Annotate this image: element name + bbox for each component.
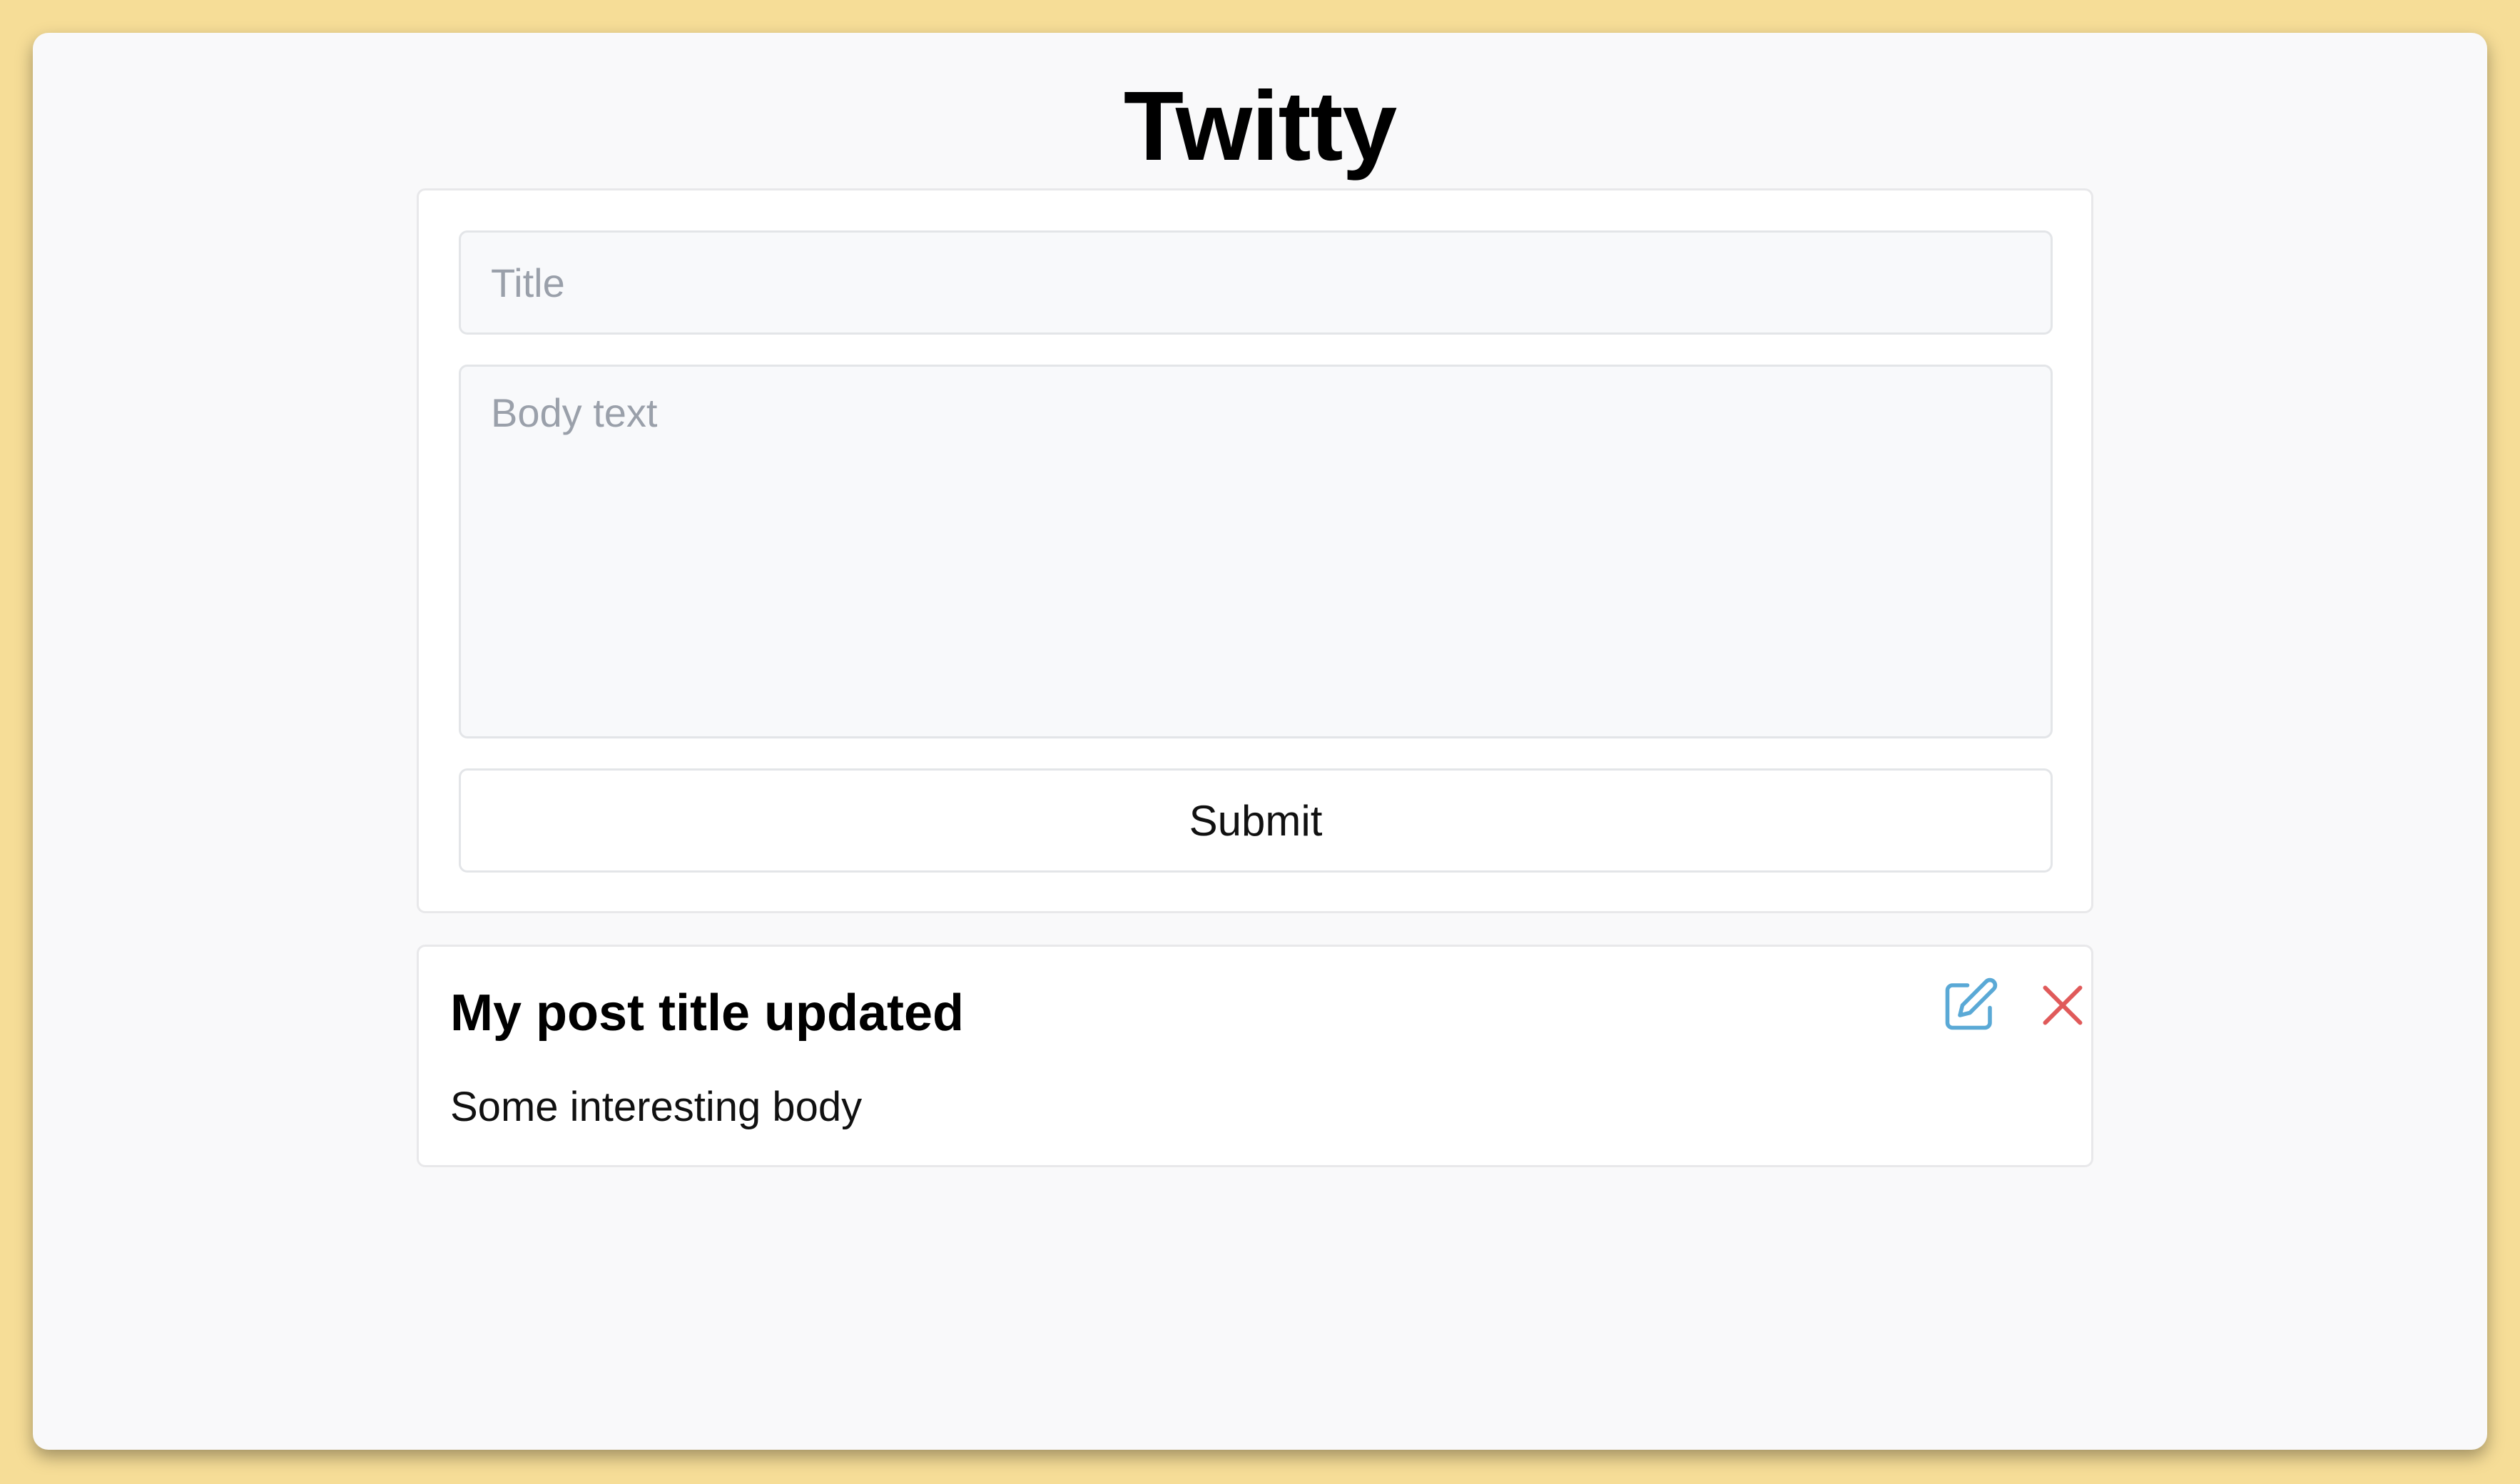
delete-post-button[interactable] bbox=[2033, 975, 2093, 1035]
edit-post-button[interactable] bbox=[1940, 975, 2000, 1035]
submit-button[interactable]: Submit bbox=[459, 768, 2053, 873]
post-body: Some interesting body bbox=[450, 1084, 863, 1130]
app-title: Twitty bbox=[1123, 71, 1397, 181]
close-icon bbox=[2043, 985, 2083, 1025]
post-card: My post title updated Some interesting b… bbox=[417, 945, 2093, 1167]
post-title: My post title updated bbox=[450, 985, 964, 1042]
body-textarea[interactable] bbox=[459, 365, 2053, 738]
title-input[interactable] bbox=[459, 230, 2053, 335]
edit-icon bbox=[1945, 977, 1998, 1030]
new-post-form: Submit bbox=[417, 188, 2093, 913]
app-window: Twitty Submit My post title updated Some… bbox=[33, 33, 2487, 1450]
